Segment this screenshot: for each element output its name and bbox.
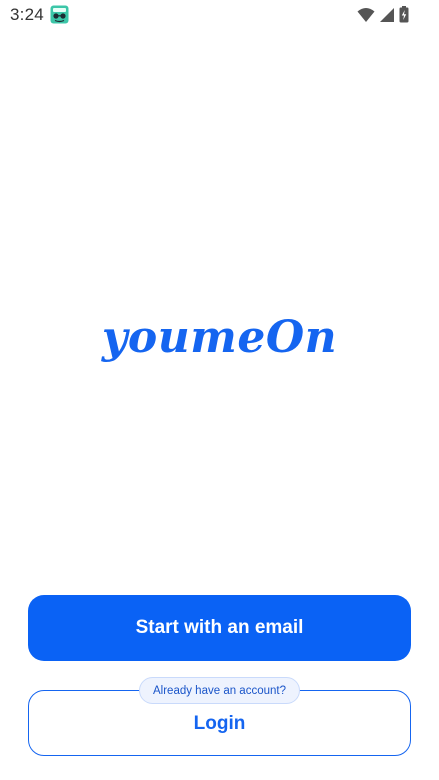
wifi-icon <box>357 7 375 22</box>
battery-charging-icon <box>399 6 409 23</box>
app-notification-icon <box>50 5 69 24</box>
app-logo: youmeOn <box>101 312 338 363</box>
start-with-email-button[interactable]: Start with an email <box>28 595 411 661</box>
status-time: 3:24 <box>10 5 44 24</box>
cellular-signal-icon <box>380 7 394 22</box>
already-have-account-label: Already have an account? <box>139 677 300 704</box>
welcome-screen: 3:24 youmeOn Start with an email Login A… <box>0 0 439 780</box>
status-icons <box>357 6 409 23</box>
status-bar: 3:24 <box>0 0 439 30</box>
